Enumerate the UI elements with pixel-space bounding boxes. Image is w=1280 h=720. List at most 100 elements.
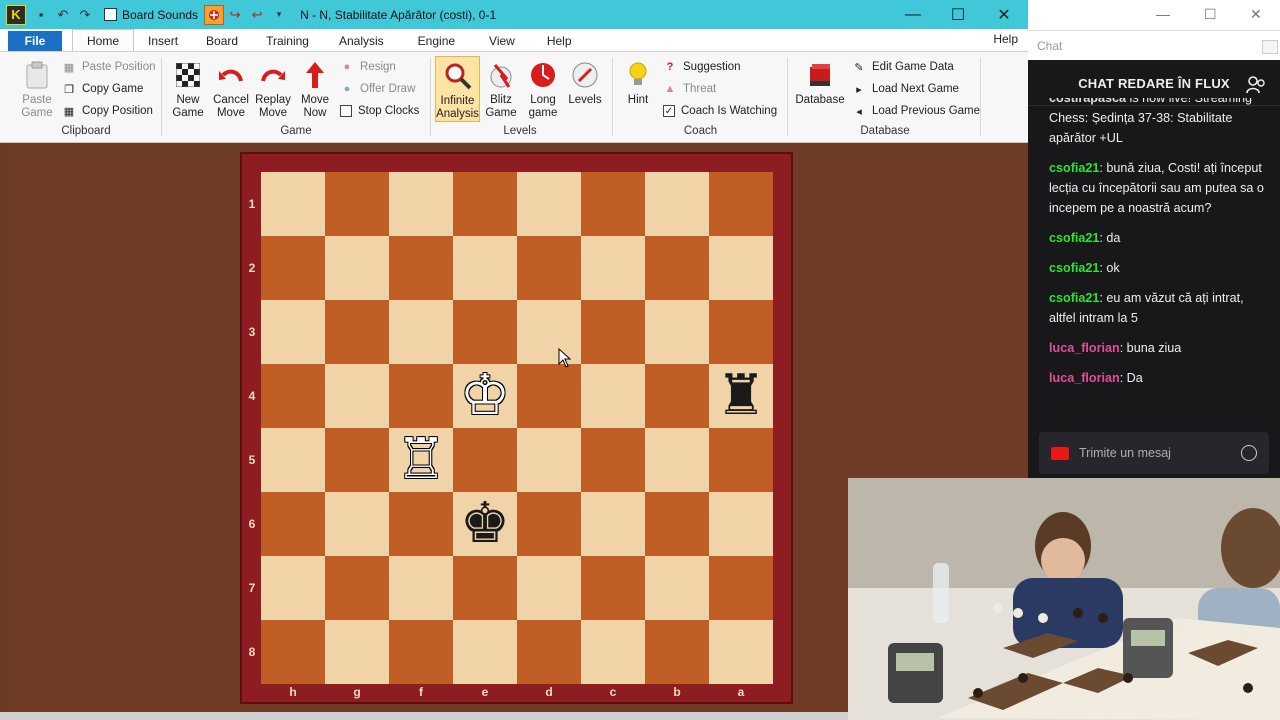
board-square[interactable] — [389, 492, 453, 556]
chat-message-input[interactable]: Trimite un mesaj — [1039, 432, 1269, 474]
camera-icon[interactable] — [1051, 446, 1069, 460]
board-square[interactable] — [389, 172, 453, 236]
close-button[interactable]: ✕ — [981, 0, 1027, 29]
white-king-piece[interactable]: ♔ — [453, 364, 517, 428]
tab-analysis[interactable]: Analysis — [323, 31, 400, 51]
database-button[interactable]: Database — [794, 60, 846, 107]
levels-button[interactable]: Levels — [565, 60, 605, 107]
board-square[interactable] — [517, 364, 581, 428]
board-square[interactable] — [453, 556, 517, 620]
board-square[interactable] — [645, 236, 709, 300]
suggestion-button[interactable]: ? Suggestion — [663, 58, 741, 76]
blitz-game-button[interactable]: Blitz Game — [481, 60, 521, 120]
board-square[interactable] — [261, 620, 325, 684]
board-square[interactable] — [581, 236, 645, 300]
chat-username[interactable]: luca_florian — [1049, 341, 1120, 355]
board-square[interactable] — [261, 364, 325, 428]
board-square[interactable] — [517, 172, 581, 236]
chat-username[interactable]: csofia21 — [1049, 291, 1099, 305]
file-tab[interactable]: File — [8, 31, 62, 51]
board-square[interactable] — [645, 492, 709, 556]
board-sounds-checkbox[interactable] — [104, 8, 117, 21]
copy-game-button[interactable]: ❐ Copy Game — [62, 80, 143, 98]
undo-icon[interactable]: ↶ — [52, 4, 74, 26]
board-square[interactable] — [581, 492, 645, 556]
chat-username[interactable]: luca_florian — [1049, 371, 1120, 385]
threat-button[interactable]: ▲ Threat — [663, 80, 717, 98]
tab-home[interactable]: Home — [72, 29, 135, 51]
board-square[interactable] — [389, 364, 453, 428]
tab-help[interactable]: Help — [531, 31, 588, 51]
board-square[interactable] — [645, 620, 709, 684]
board-square[interactable] — [581, 428, 645, 492]
chat-minimize-button[interactable]: — — [1156, 6, 1170, 22]
move-now-button[interactable]: Move Now — [295, 60, 335, 120]
board-square[interactable] — [453, 620, 517, 684]
board-square[interactable] — [325, 172, 389, 236]
board-square[interactable] — [261, 428, 325, 492]
board-square[interactable] — [517, 556, 581, 620]
paste-position-button[interactable]: ▦ Paste Position — [62, 58, 156, 76]
chat-username[interactable]: csofia21 — [1049, 231, 1099, 245]
save-icon[interactable]: ▪ — [30, 4, 52, 26]
replay-move-button[interactable]: Replay Move — [253, 60, 293, 120]
board-square[interactable] — [709, 556, 773, 620]
board-square[interactable] — [325, 492, 389, 556]
board-square[interactable] — [453, 300, 517, 364]
board-square[interactable] — [645, 300, 709, 364]
board-square[interactable] — [581, 300, 645, 364]
board-square[interactable] — [325, 300, 389, 364]
infinite-analysis-button[interactable]: Infinite Analysis — [435, 56, 480, 122]
board-square[interactable] — [709, 236, 773, 300]
board-square[interactable] — [453, 428, 517, 492]
customize-toolbar-icon[interactable]: ▾ — [268, 4, 290, 26]
coach-watching-checkbox[interactable]: ✓ Coach Is Watching — [663, 102, 777, 120]
board-square[interactable] — [709, 172, 773, 236]
black-rook-piece[interactable]: ♜ — [709, 364, 773, 428]
board-square[interactable] — [325, 620, 389, 684]
board-square[interactable] — [261, 300, 325, 364]
tab-insert[interactable]: Insert — [134, 31, 192, 51]
board-square[interactable] — [325, 236, 389, 300]
chat-close-button[interactable]: ✕ — [1250, 6, 1262, 23]
redo-icon[interactable]: ↷ — [74, 4, 96, 26]
board-square[interactable] — [709, 300, 773, 364]
resign-button[interactable]: ● Resign — [340, 58, 396, 76]
white-rook-piece[interactable]: ♖ — [389, 428, 453, 492]
stop-clocks-checkbox[interactable]: Stop Clocks — [340, 102, 419, 120]
load-previous-game-button[interactable]: ◂ Load Previous Game — [852, 102, 980, 120]
board-square[interactable] — [261, 556, 325, 620]
board-square[interactable] — [581, 172, 645, 236]
tab-training[interactable]: Training — [252, 31, 323, 51]
board-square[interactable] — [261, 172, 325, 236]
board-square[interactable] — [453, 172, 517, 236]
hint-button[interactable]: Hint — [618, 60, 658, 107]
board-square[interactable] — [645, 172, 709, 236]
emote-icon[interactable] — [1241, 445, 1257, 461]
undo-arrow-icon[interactable]: ↩ — [246, 4, 268, 26]
minimize-button[interactable]: — — [890, 0, 936, 29]
cancel-move-button[interactable]: Cancel Move — [211, 60, 251, 120]
board-square[interactable] — [389, 236, 453, 300]
board-square[interactable] — [645, 428, 709, 492]
chat-username[interactable]: csofia21 — [1049, 161, 1099, 175]
board-square[interactable] — [709, 620, 773, 684]
community-icon[interactable] — [1246, 76, 1266, 94]
board-square[interactable] — [517, 620, 581, 684]
load-next-game-button[interactable]: ▸ Load Next Game — [852, 80, 959, 98]
chat-username[interactable]: costirapasca — [1049, 98, 1126, 105]
tab-view[interactable]: View — [473, 31, 531, 51]
help-link[interactable]: Help — [993, 32, 1018, 46]
copy-position-button[interactable]: ▦ Copy Position — [62, 102, 153, 120]
long-game-button[interactable]: Long game — [523, 60, 563, 120]
board-square[interactable] — [261, 236, 325, 300]
tab-board[interactable]: Board — [192, 31, 252, 51]
chat-maximize-button[interactable]: ☐ — [1204, 6, 1217, 23]
board-square[interactable] — [645, 364, 709, 428]
black-king-piece[interactable]: ♚ — [453, 492, 517, 556]
new-game-button[interactable]: New Game — [166, 60, 210, 120]
board-square[interactable] — [453, 236, 517, 300]
board-square[interactable] — [709, 492, 773, 556]
board-square[interactable] — [517, 428, 581, 492]
board-square[interactable] — [517, 236, 581, 300]
